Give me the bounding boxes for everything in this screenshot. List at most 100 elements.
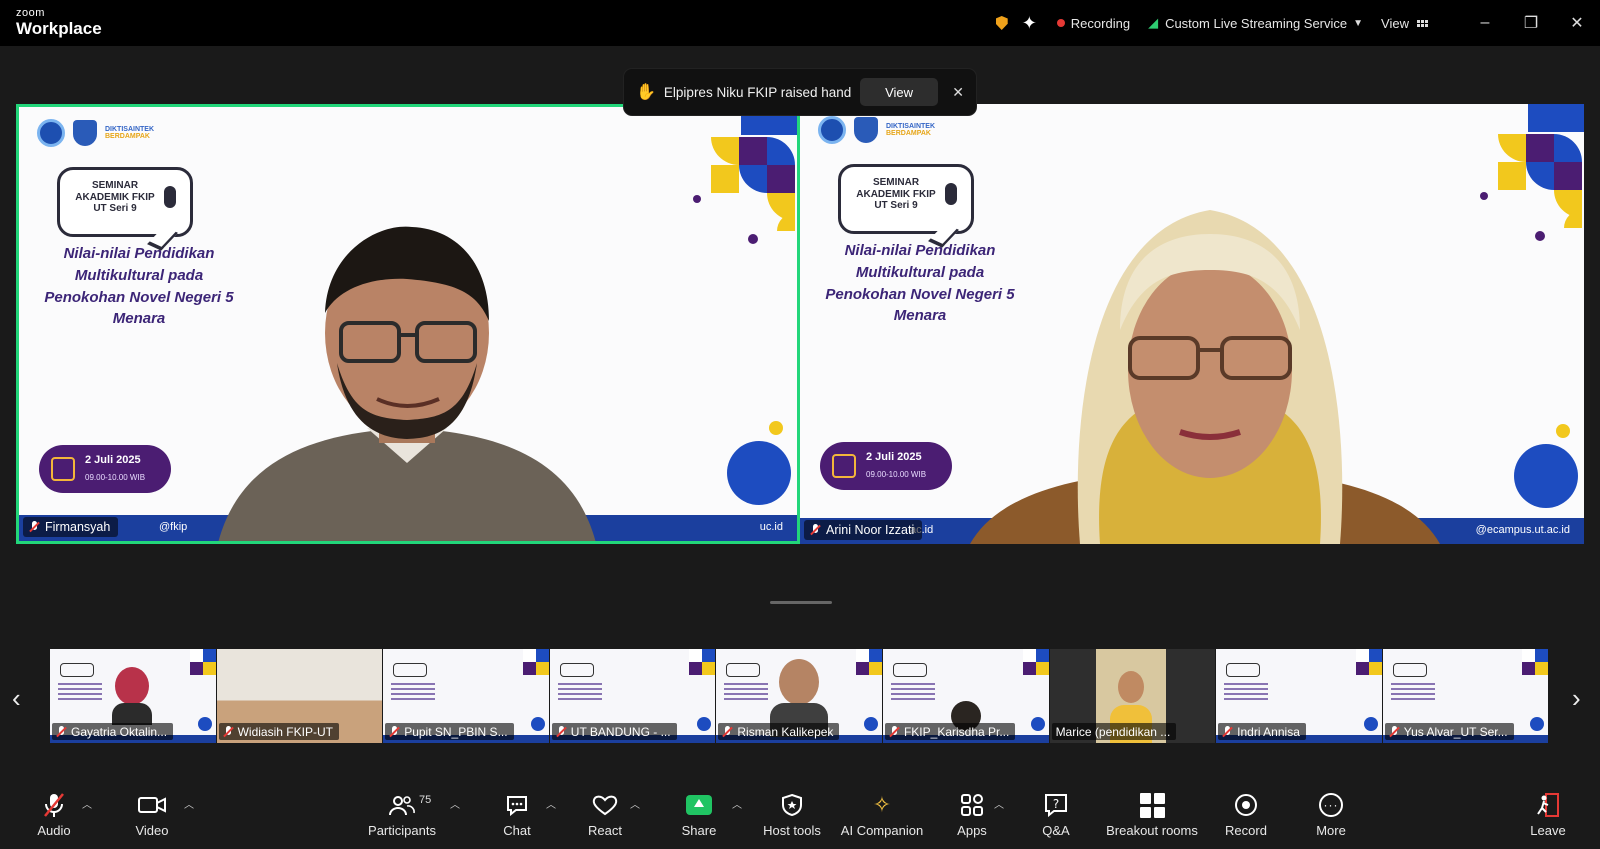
chevron-down-icon: ▼: [1353, 17, 1364, 29]
participant-name-label: Indri Annisa: [1218, 723, 1306, 740]
video-options-caret[interactable]: ︿: [184, 796, 194, 811]
slide-date: 2 Juli 2025: [866, 451, 922, 463]
chat-button[interactable]: Chat: [502, 788, 532, 849]
share-options-caret[interactable]: ︿: [732, 796, 742, 811]
recording-label: Recording: [1070, 15, 1131, 31]
brand-large: Workplace: [16, 19, 102, 38]
participant-name: Firmansyah: [45, 520, 111, 534]
minimize-button[interactable]: –: [1462, 0, 1508, 46]
avatar: [112, 667, 152, 727]
app-logo: zoom Workplace: [16, 7, 102, 38]
muted-mic-icon: [810, 524, 820, 536]
more-button[interactable]: ··· More: [1314, 788, 1348, 849]
gallery-thumbnail[interactable]: Risman Kalikepek: [716, 649, 883, 743]
mini-blue-dot: [1530, 717, 1545, 731]
security-shield-icon[interactable]: [995, 16, 1008, 30]
resize-handle[interactable]: [770, 601, 832, 604]
instagram-handle: @fkip: [159, 521, 188, 533]
host-tools-button[interactable]: Host tools: [762, 788, 822, 849]
mini-blue-dot: [863, 717, 878, 731]
participant-name: Marice (pendidikan ...: [1055, 724, 1171, 739]
meeting-toolbar: Audio ︿ Video ︿ Participants 75 ︿ Chat ︿…: [0, 788, 1600, 849]
slide-date: 2 Juli 2025: [85, 454, 141, 466]
view-label: View: [1381, 15, 1409, 31]
brand-small: zoom: [16, 7, 45, 19]
chat-options-caret[interactable]: ︿: [546, 796, 556, 811]
audio-label: Audio: [37, 823, 71, 838]
gallery-thumbnail[interactable]: UT BANDUNG - ...: [549, 649, 717, 743]
mini-bubble: [60, 663, 94, 677]
react-label: React: [588, 823, 622, 838]
react-options-caret[interactable]: ︿: [630, 796, 640, 811]
record-button[interactable]: Record: [1224, 788, 1268, 849]
apps-label: Apps: [957, 823, 987, 838]
close-icon[interactable]: ✕: [952, 84, 964, 101]
blue-circle: [1514, 444, 1578, 508]
mini-headline: [557, 683, 602, 701]
gallery-thumbnail[interactable]: Widiasih FKIP-UT: [216, 649, 384, 743]
mini-decoration: [1355, 649, 1382, 675]
video-tile-arini[interactable]: DIKTISAINTEK BERDAMPAK SEMINAR AKADEMIK …: [800, 104, 1584, 544]
qa-button[interactable]: ? Q&A: [1040, 788, 1072, 849]
breakout-grid-icon: [1139, 788, 1165, 822]
view-button[interactable]: View: [1381, 16, 1428, 31]
streaming-dropdown[interactable]: ◢ Custom Live Streaming Service ▼: [1148, 15, 1363, 31]
audio-button[interactable]: Audio: [34, 788, 74, 849]
mini-headline: [1224, 683, 1269, 701]
title-bar: zoom Workplace ✦ Recording ◢ Custom Live…: [0, 0, 1600, 46]
mini-decoration: [689, 649, 716, 675]
chevron-left-icon[interactable]: ‹: [12, 683, 21, 714]
participant-name-label: FKIP_Karisdha Pr...: [884, 723, 1016, 740]
muted-mic-icon: [556, 726, 566, 737]
ai-companion-label: AI Companion: [840, 823, 924, 838]
breakout-rooms-button[interactable]: Breakout rooms: [1104, 788, 1200, 849]
slide-time: 09.00-10.00 WIB: [85, 473, 146, 482]
mini-bubble: [726, 663, 761, 677]
participant-video-firmansyah: [218, 226, 596, 541]
mini-decoration: [1022, 649, 1049, 675]
video-tile-firmansyah[interactable]: DIKTISAINTEK BERDAMPAK SEMINAR AKADEMIK …: [16, 104, 800, 544]
mini-blue-dot: [1363, 717, 1378, 731]
mini-headline: [724, 683, 769, 701]
share-button[interactable]: Share: [680, 788, 718, 849]
restore-button[interactable]: ❐: [1508, 0, 1554, 46]
video-button[interactable]: Video: [130, 788, 174, 849]
mini-bubble: [393, 663, 428, 677]
chevron-right-icon[interactable]: ›: [1572, 683, 1581, 714]
participant-name-label: Gayatria Oktalin...: [52, 723, 174, 740]
host-tools-label: Host tools: [763, 823, 821, 838]
yellow-dot: [769, 421, 783, 435]
gallery-thumbnail[interactable]: Indri Annisa: [1216, 649, 1383, 743]
more-dots-icon: ···: [1319, 788, 1343, 822]
gallery-thumbnail[interactable]: Marice (pendidikan ...: [1049, 649, 1217, 743]
participant-name-label: Widiasih FKIP-UT: [218, 723, 339, 740]
ai-sparkle-icon[interactable]: ✦: [1022, 13, 1037, 34]
gallery-thumbnail[interactable]: FKIP_Karisdha Pr...: [882, 649, 1050, 743]
logo-diktisaintek: DIKTISAINTEK BERDAMPAK: [886, 122, 935, 137]
participant-name: Indri Annisa: [1237, 724, 1300, 739]
participants-options-caret[interactable]: ︿: [450, 796, 460, 811]
bubble-text: SEMINAR AKADEMIK FKIP UT Seri 9: [75, 180, 155, 214]
leave-button[interactable]: Leave: [1530, 788, 1566, 849]
participant-name: Widiasih FKIP-UT: [237, 724, 333, 739]
participant-name-label: Yus Alvar_UT Ser...: [1384, 723, 1514, 740]
gallery-thumbnail[interactable]: Yus Alvar_UT Ser...: [1382, 649, 1550, 743]
participant-name: UT BANDUNG - ...: [570, 724, 671, 739]
blue-circle: [727, 441, 791, 505]
react-button[interactable]: React: [588, 788, 622, 849]
share-screen-icon: [686, 788, 712, 822]
gallery-thumbnail[interactable]: Gayatria Oktalin...: [50, 649, 217, 743]
ai-companion-button[interactable]: ✧ AI Companion: [840, 788, 924, 849]
gallery-grid-icon: [1417, 19, 1428, 27]
audio-options-caret[interactable]: ︿: [82, 796, 92, 811]
muted-mic-icon: [1222, 726, 1232, 737]
apps-button[interactable]: Apps: [956, 788, 988, 849]
close-window-button[interactable]: ✕: [1554, 0, 1600, 46]
notification-view-button[interactable]: View: [859, 78, 939, 106]
mini-headline: [391, 683, 436, 701]
calendar-icon: [832, 454, 856, 478]
apps-options-caret[interactable]: ︿: [994, 796, 1004, 811]
recording-indicator[interactable]: Recording: [1056, 15, 1131, 31]
gallery-thumbnail[interactable]: Pupit SN_PBIN S...: [383, 649, 550, 743]
ai-sparkle-icon: ✧: [872, 792, 892, 817]
